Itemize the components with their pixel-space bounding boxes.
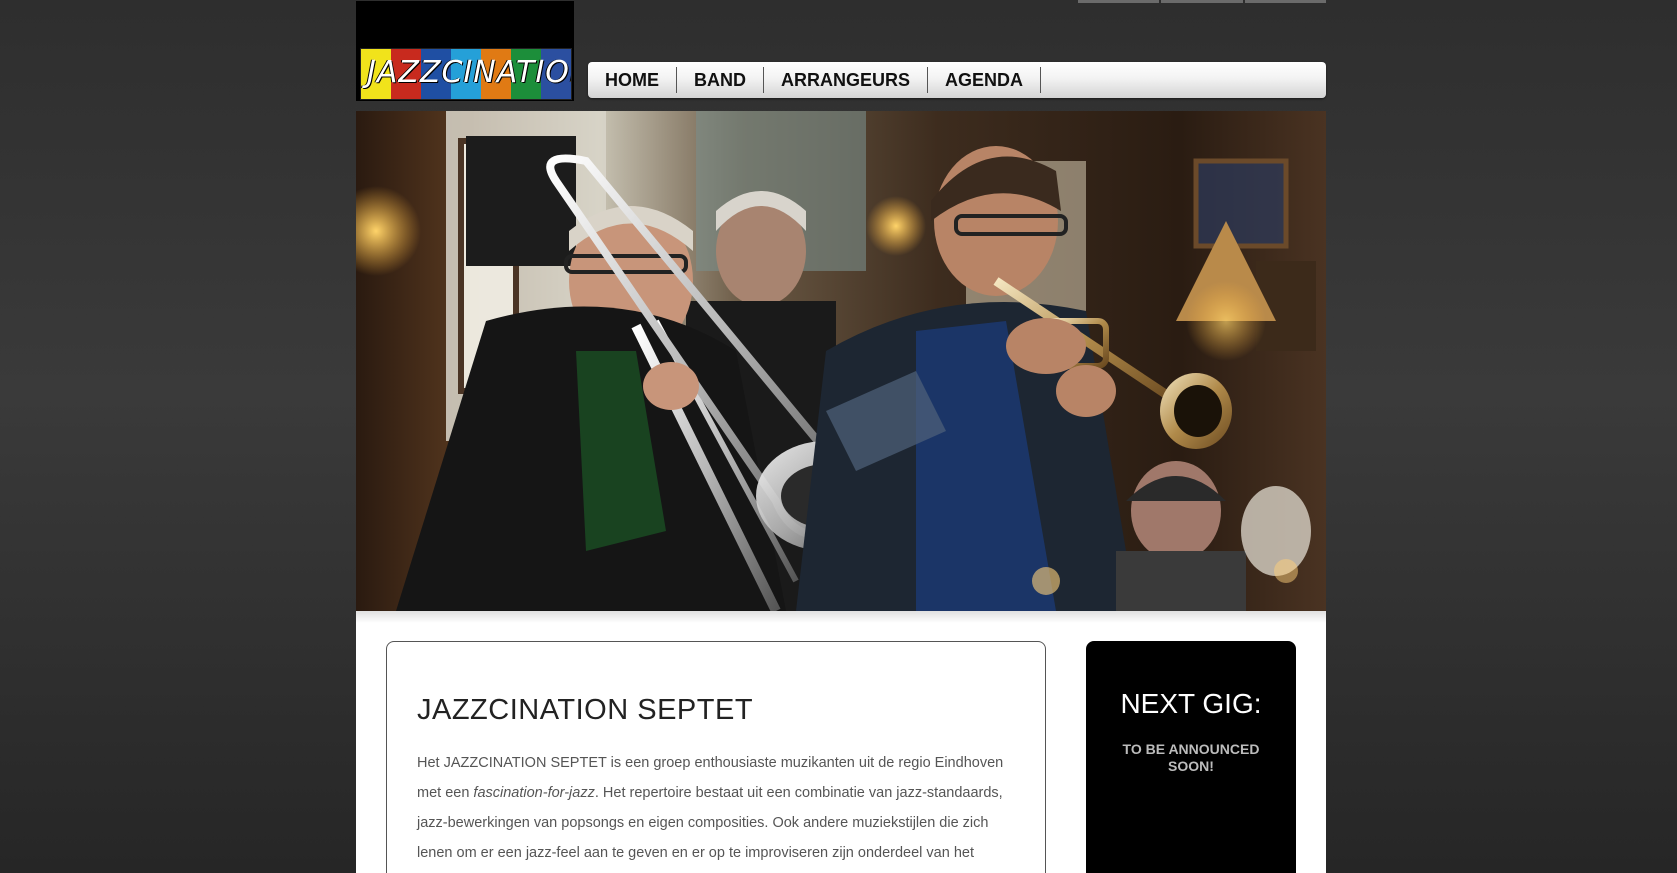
logo-text: JAZZCINATION — [367, 55, 572, 90]
article-box: JAZZCINATION SEPTET Het JAZZCINATION SEP… — [386, 641, 1046, 873]
article-body: Het JAZZCINATION SEPTET is een groep ent… — [417, 748, 1017, 868]
logo[interactable]: JAZZCINATION — [360, 48, 572, 100]
content-shadow — [356, 611, 1326, 623]
article-emphasis: fascination-for-jazz — [473, 785, 595, 801]
hero-image — [356, 111, 1326, 611]
top-strip-segment — [1161, 0, 1243, 3]
page-container: JAZZCINATION HOME BAND ARRANGEURS AGENDA — [356, 0, 1326, 873]
nav-item-band[interactable]: BAND — [677, 67, 764, 93]
nav-item-arrangeurs[interactable]: ARRANGEURS — [764, 67, 929, 93]
band-photo — [356, 111, 1326, 611]
nav-item-agenda[interactable]: AGENDA — [928, 67, 1042, 93]
next-gig-box: NEXT GIG: TO BE ANNOUNCED SOON! — [1086, 641, 1296, 873]
main-nav: HOME BAND ARRANGEURS AGENDA — [588, 62, 1326, 98]
top-strip — [1078, 0, 1326, 3]
nav-item-home[interactable]: HOME — [588, 67, 677, 93]
logo-area[interactable]: JAZZCINATION — [356, 1, 574, 101]
next-gig-title: NEXT GIG: — [1120, 688, 1262, 719]
top-strip-segment — [1078, 0, 1160, 3]
top-strip-segment — [1244, 0, 1326, 3]
article-title: JAZZCINATION SEPTET — [417, 694, 754, 726]
next-gig-text: TO BE ANNOUNCED SOON! — [1122, 741, 1260, 774]
